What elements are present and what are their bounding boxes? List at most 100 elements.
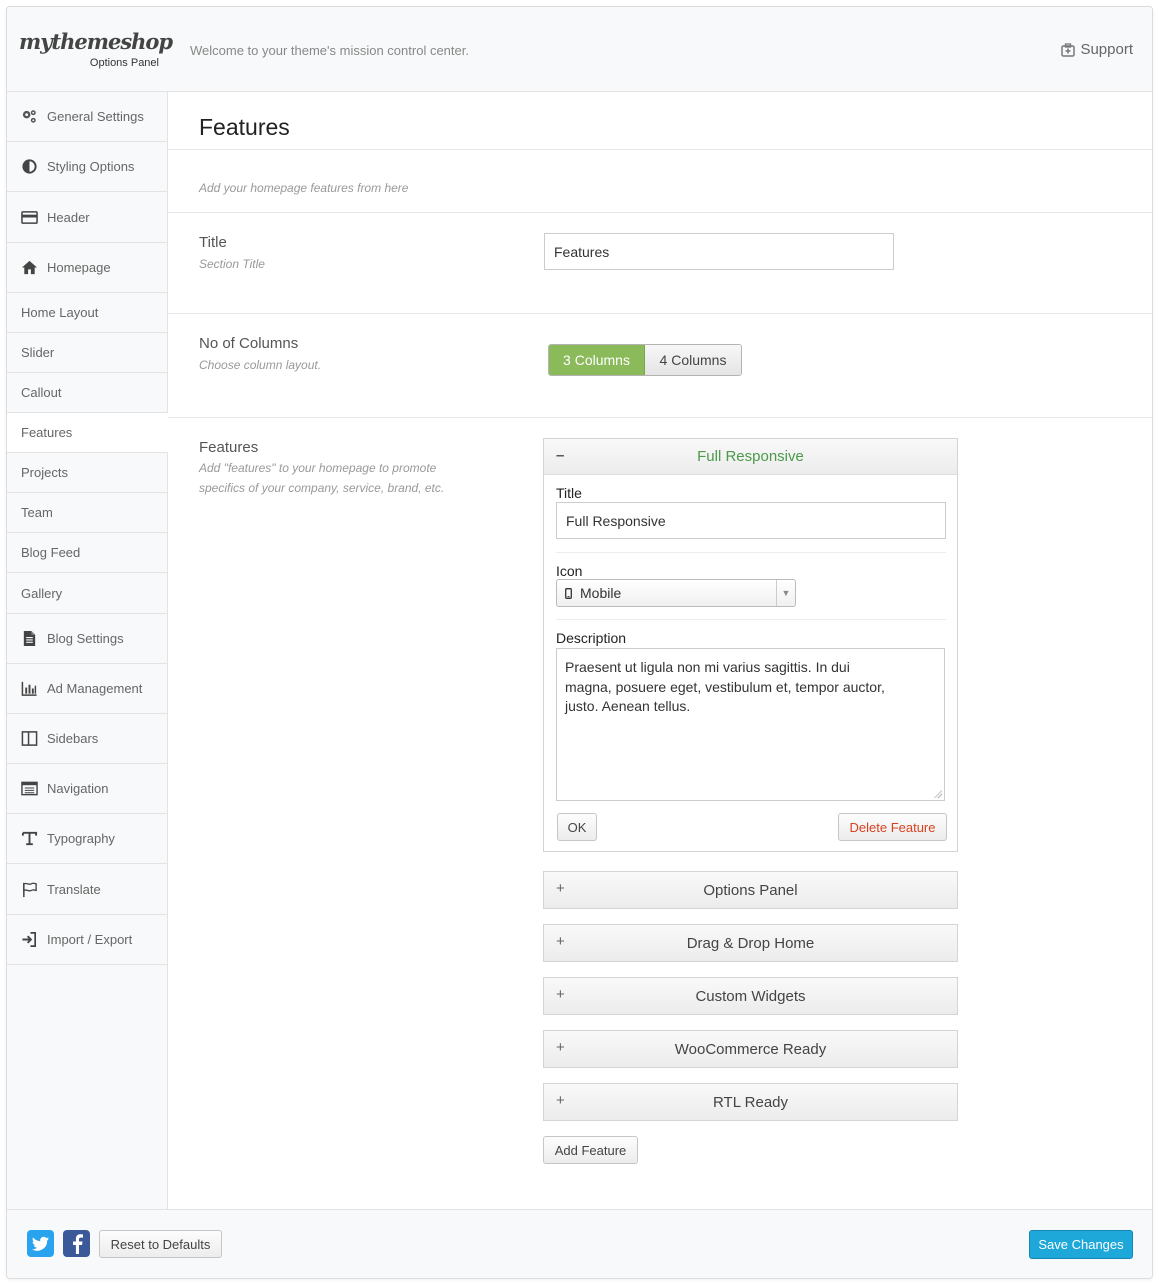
mobile-icon (565, 587, 572, 599)
sidebar-item-navigation[interactable]: Navigation (7, 764, 167, 814)
document-icon (23, 630, 36, 647)
sidebar-item-blog-settings[interactable]: Blog Settings (7, 614, 167, 664)
feature-panel-collapsed[interactable]: + WooCommerce Ready (543, 1030, 958, 1068)
reset-to-defaults-button[interactable]: Reset to Defaults (99, 1230, 222, 1258)
sidebar-item-styling-options[interactable]: Styling Options (7, 142, 167, 192)
footer: Reset to Defaults Save Changes (7, 1209, 1152, 1278)
collapse-icon[interactable]: – (556, 447, 564, 464)
sidebar-item-translate[interactable]: Translate (7, 864, 167, 915)
sidebar-item-label: Typography (47, 831, 115, 846)
feature-header-title: RTL Ready (712, 1093, 789, 1111)
resize-grip-icon[interactable] (934, 790, 942, 798)
sidebar-item-home-layout[interactable]: Home Layout (7, 293, 167, 333)
expand-icon[interactable]: + (556, 933, 565, 950)
feature-icon-select[interactable]: Mobile ▼ (556, 579, 796, 607)
sidebar: General Settings Styling Options Header … (7, 92, 168, 1209)
delete-feature-button[interactable]: Delete Feature (838, 813, 947, 841)
four-columns-option[interactable]: 4 Columns (645, 345, 741, 375)
feature-header-title: Full Responsive (697, 448, 804, 465)
feature-header-title: Drag & Drop Home (686, 934, 815, 952)
sidebar-item-projects[interactable]: Projects (7, 453, 167, 493)
three-columns-option[interactable]: 3 Columns (549, 345, 645, 375)
facebook-icon[interactable] (63, 1230, 90, 1257)
sidebar-item-header[interactable]: Header (7, 192, 167, 243)
sidebar-item-label: Styling Options (47, 159, 135, 174)
sidebar-item-blog-feed[interactable]: Blog Feed (7, 533, 167, 573)
sidebar-item-gallery[interactable]: Gallery (7, 573, 167, 614)
columns-field-help: Choose column layout. (199, 358, 322, 372)
save-changes-button[interactable]: Save Changes (1029, 1230, 1133, 1259)
feature-panel-collapsed[interactable]: + Options Panel (543, 871, 958, 909)
home-icon (21, 260, 38, 275)
sidebar-item-team[interactable]: Team (7, 493, 167, 533)
support-link[interactable]: Support (1061, 41, 1133, 58)
feature-header[interactable]: + Options Panel (544, 872, 957, 908)
expand-icon[interactable]: + (556, 880, 565, 897)
feature-header-full-responsive[interactable]: – Full Responsive (544, 439, 957, 475)
expand-icon[interactable]: + (556, 986, 565, 1003)
sidebar-item-label: Gallery (21, 585, 63, 601)
sidebar-item-callout[interactable]: Callout (7, 373, 167, 413)
feature-header-title: Options Panel (703, 881, 798, 899)
sidebar-item-label: Callout (21, 385, 62, 400)
logo-text: mythemeshop (19, 29, 173, 54)
sidebar-item-slider[interactable]: Slider (7, 333, 167, 373)
feature-header-title: WooCommerce Ready (674, 1040, 827, 1058)
sidebar-item-label: Home Layout (21, 305, 99, 320)
add-feature-button[interactable]: Add Feature (543, 1136, 638, 1164)
sidebar-item-label: Import / Export (47, 932, 133, 947)
logo: mythemeshop Options Panel (19, 29, 173, 73)
feature-icon-value: Mobile (580, 585, 622, 601)
feature-panel-collapsed[interactable]: + RTL Ready (543, 1083, 958, 1121)
chevron-down-icon[interactable]: ▼ (776, 580, 795, 606)
divider (556, 552, 946, 553)
page-title: Features (199, 114, 290, 140)
feature-header[interactable]: + Drag & Drop Home (544, 925, 957, 961)
sidebar-item-label: Ad Management (47, 681, 143, 696)
feature-header[interactable]: + WooCommerce Ready (544, 1031, 957, 1067)
sidebar-item-label: Translate (47, 881, 101, 897)
ok-button[interactable]: OK (557, 813, 597, 841)
columns-field-label: No of Columns (199, 335, 299, 352)
sidebar-item-general-settings[interactable]: General Settings (7, 92, 167, 142)
support-label: Support (1080, 41, 1133, 58)
feature-title-input[interactable]: Full Responsive (556, 502, 946, 539)
logo-subtitle: Options Panel (89, 57, 159, 69)
feature-panel-collapsed[interactable]: + Drag & Drop Home (543, 924, 958, 962)
sidebar-item-import-export[interactable]: Import / Export (7, 915, 167, 965)
top-header: mythemeshop Options Panel Welcome to you… (7, 7, 1152, 92)
feature-description-text: Praesent ut ligula non mi varius sagitti… (565, 659, 885, 714)
sidebar-item-label: Homepage (47, 260, 111, 275)
tagline: Welcome to your theme's mission control … (190, 43, 469, 58)
card-icon (21, 210, 38, 224)
feature-description-label: Description (556, 630, 627, 646)
feature-header[interactable]: + Custom Widgets (544, 978, 957, 1014)
divider (168, 149, 1152, 150)
sidebar-item-features[interactable]: Features (7, 413, 168, 453)
sidebar-item-homepage[interactable]: Homepage (7, 243, 167, 293)
sidebar-item-label: Slider (21, 345, 55, 360)
sidebar-item-label: Blog Settings (47, 631, 124, 646)
main-content: Features Add your homepage features from… (168, 92, 1152, 1209)
sidebar-item-typography[interactable]: Typography (7, 814, 167, 864)
sidebar-item-label: Navigation (47, 781, 109, 796)
title-field-help: Section Title (199, 257, 265, 271)
features-field-label: Features (199, 439, 259, 456)
section-title-input[interactable]: Features (544, 233, 894, 270)
feature-description-textarea[interactable]: Praesent ut ligula non mi varius sagitti… (556, 648, 945, 801)
gears-icon (22, 110, 36, 123)
options-panel: mythemeshop Options Panel Welcome to you… (6, 6, 1153, 1279)
sidebar-item-label: Features (21, 425, 73, 440)
expand-icon[interactable]: + (556, 1092, 565, 1109)
sidebar-item-label: Projects (21, 465, 68, 480)
feature-panel-collapsed[interactable]: + Custom Widgets (543, 977, 958, 1015)
expand-icon[interactable]: + (556, 1039, 565, 1056)
divider (168, 313, 1152, 314)
feature-header[interactable]: + RTL Ready (544, 1084, 957, 1120)
sign-in-icon (22, 932, 37, 947)
columns-toggle: 3 Columns 4 Columns (548, 344, 742, 376)
twitter-icon[interactable] (27, 1230, 54, 1257)
sidebar-item-sidebars[interactable]: Sidebars (7, 714, 167, 764)
list-icon (21, 781, 38, 796)
sidebar-item-ad-management[interactable]: Ad Management (7, 664, 167, 714)
